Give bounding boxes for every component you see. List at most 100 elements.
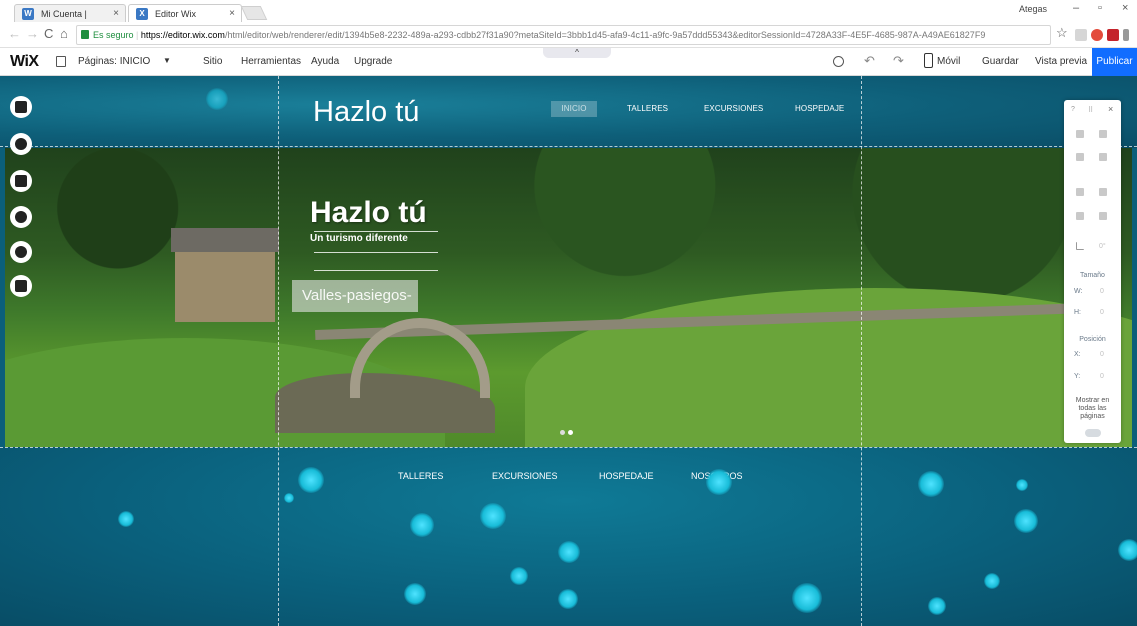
y-input[interactable]: 0	[1100, 373, 1104, 380]
duplicate-icon[interactable]	[1076, 153, 1084, 161]
forward-icon[interactable]: →	[26, 26, 39, 41]
align-icon[interactable]	[1099, 188, 1107, 196]
collapse-toolbar-button[interactable]: ^	[543, 48, 611, 58]
home-icon[interactable]: ⌂	[60, 26, 68, 41]
bokeh-light	[558, 589, 578, 609]
blog-icon	[15, 246, 27, 258]
tab-editor-wix[interactable]: X Editor Wix ×	[128, 4, 242, 22]
menu-upgrade[interactable]: Upgrade	[354, 56, 392, 67]
distribute-icon[interactable]	[1076, 212, 1084, 220]
background-tool-button[interactable]	[10, 96, 32, 118]
close-window-icon[interactable]: ×	[1122, 2, 1128, 14]
hero-divider	[314, 252, 438, 253]
rotate-icon[interactable]	[1076, 242, 1084, 250]
pages-icon[interactable]	[56, 56, 66, 67]
arrange-icon[interactable]	[1076, 188, 1084, 196]
bookmark-star-icon[interactable]: ☆	[1056, 25, 1068, 41]
menu-ayuda[interactable]: Ayuda	[311, 56, 339, 67]
slide-dot[interactable]	[560, 430, 565, 435]
profile-name[interactable]: Ategas	[1019, 4, 1047, 14]
slide-dot[interactable]	[568, 430, 573, 435]
layout-guide	[0, 146, 1137, 147]
footer-nav-talleres[interactable]: TALLERES	[398, 471, 443, 481]
reload-icon[interactable]: C	[44, 26, 53, 41]
nav-item-talleres[interactable]: TALLERES	[627, 104, 668, 113]
paste-icon[interactable]	[1099, 130, 1107, 138]
tab-mi-cuenta[interactable]: W Mi Cuenta | Wix.com ×	[14, 4, 126, 37]
new-tab-button[interactable]	[240, 6, 268, 20]
store-button[interactable]	[10, 275, 32, 297]
bokeh-light	[206, 88, 228, 110]
hero-divider	[314, 231, 438, 232]
blog-button[interactable]	[10, 241, 32, 263]
footer-nav-hospedaje[interactable]: HOSPEDAJE	[599, 471, 654, 481]
width-input[interactable]: 0	[1100, 288, 1104, 295]
stone-house	[171, 228, 279, 322]
height-input[interactable]: 0	[1100, 309, 1104, 316]
nav-item-hospedaje[interactable]: HOSPEDAJE	[795, 104, 844, 113]
minimize-icon[interactable]: –	[1073, 2, 1079, 14]
y-label: Y:	[1074, 373, 1081, 380]
publish-button[interactable]: Publicar	[1092, 48, 1137, 76]
zoom-out-icon[interactable]	[833, 56, 844, 67]
site-footer[interactable]: TALLERES EXCURSIONES HOSPEDAJE NOSOTROS	[0, 447, 1137, 626]
extension-icon[interactable]	[1075, 29, 1087, 41]
match-size-icon[interactable]	[1099, 212, 1107, 220]
close-tab-icon[interactable]: ×	[229, 5, 235, 23]
close-tab-icon[interactable]: ×	[113, 5, 119, 23]
extension-red-icon[interactable]	[1107, 29, 1119, 41]
secure-label: Es seguro	[93, 30, 134, 40]
mobile-button[interactable]: Móvil	[937, 56, 960, 67]
apps-button[interactable]	[10, 170, 32, 192]
preview-button[interactable]: Vista previa	[1035, 56, 1087, 67]
url-input[interactable]: Es seguro | https://editor.wix.com/html/…	[76, 25, 1051, 45]
editor-canvas[interactable]: Hazlo tú INICIO TALLERES EXCURSIONES HOS…	[0, 76, 1137, 626]
square-icon	[15, 101, 27, 113]
wix-logo: WiX	[10, 53, 39, 70]
site-header[interactable]: Hazlo tú INICIO TALLERES EXCURSIONES HOS…	[0, 76, 1137, 148]
back-icon[interactable]: ←	[8, 26, 21, 41]
chevron-down-icon[interactable]: ▼	[163, 56, 171, 65]
hero-button[interactable]: Valles-pasiegos-	[292, 280, 418, 312]
copy-icon[interactable]	[1076, 130, 1084, 138]
nav-item-excursiones[interactable]: EXCURSIONES	[704, 104, 763, 113]
hero-title[interactable]: Hazlo tú	[310, 196, 427, 230]
trash-icon[interactable]	[1099, 153, 1107, 161]
show-all-pages-toggle[interactable]	[1085, 429, 1101, 437]
rotation-value[interactable]: 0°	[1099, 243, 1106, 250]
help-icon[interactable]: ?	[1071, 106, 1075, 113]
hero-divider	[314, 270, 438, 271]
bokeh-light	[410, 513, 434, 537]
pages-dropdown[interactable]: Páginas: INICIO	[78, 56, 150, 67]
bokeh-light	[1016, 479, 1028, 491]
bokeh-light	[298, 467, 324, 493]
wix-favicon-icon: W	[22, 8, 34, 20]
height-label: H:	[1074, 309, 1081, 316]
undo-icon[interactable]: ↶	[864, 53, 875, 69]
save-button[interactable]: Guardar	[982, 56, 1019, 67]
mobile-icon[interactable]	[924, 53, 933, 68]
browser-tab-strip: W Mi Cuenta | Wix.com × X Editor Wix × A…	[0, 0, 1137, 37]
inspector-panel: ? ⠿ × 0° Tamaño W: 0 H: 0 Posición X: 0 …	[1064, 100, 1121, 443]
layout-guide	[278, 76, 279, 626]
site-title[interactable]: Hazlo tú	[313, 96, 419, 129]
drag-handle-icon[interactable]: ⠿	[1088, 106, 1093, 114]
hero-subtitle[interactable]: Un turismo diferente	[310, 233, 408, 244]
footer-nav-excursiones[interactable]: EXCURSIONES	[492, 471, 558, 481]
close-panel-icon[interactable]: ×	[1108, 104, 1113, 114]
upload-button[interactable]	[10, 206, 32, 228]
menu-sitio[interactable]: Sitio	[203, 56, 222, 67]
opera-icon[interactable]	[1091, 29, 1103, 41]
position-label: Posición	[1079, 336, 1106, 343]
add-button[interactable]	[10, 133, 32, 155]
menu-icon[interactable]	[1123, 29, 1129, 41]
maximize-icon[interactable]: ▫	[1098, 2, 1102, 14]
tab-title: Editor Wix	[155, 9, 197, 19]
x-input[interactable]: 0	[1100, 351, 1104, 358]
cloud-upload-icon	[15, 211, 27, 223]
bokeh-light	[404, 583, 426, 605]
hero-slideshow[interactable]	[5, 148, 1132, 447]
nav-item-inicio[interactable]: INICIO	[551, 101, 597, 117]
menu-herramientas[interactable]: Herramientas	[241, 56, 301, 67]
redo-icon[interactable]: ↷	[893, 53, 904, 69]
